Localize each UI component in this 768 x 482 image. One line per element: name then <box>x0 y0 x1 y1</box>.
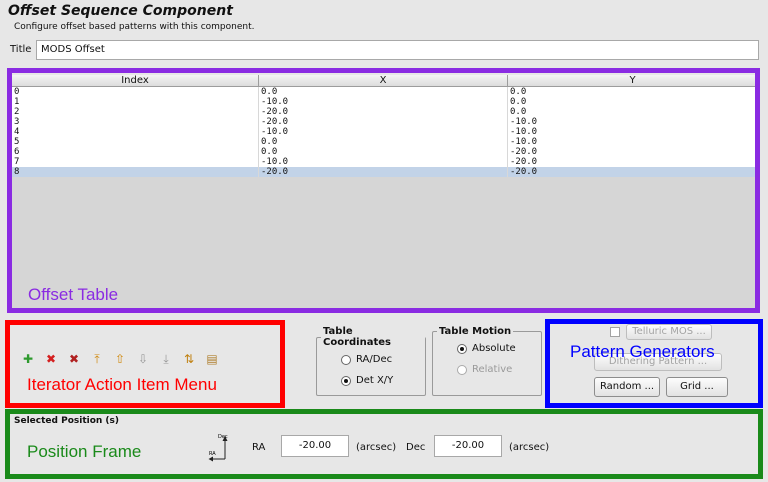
table-motion-group: Table Motion Absolute Relative <box>432 326 542 396</box>
radio-det-xy-label: Det X/Y <box>356 375 394 386</box>
radio-absolute-label: Absolute <box>472 343 516 354</box>
title-input[interactable]: MODS Offset <box>36 40 759 60</box>
table-motion-label: Table Motion <box>439 326 512 337</box>
component-subtitle: Configure offset based patterns with thi… <box>14 22 255 32</box>
radio-ra-dec[interactable]: RA/Dec <box>341 354 425 365</box>
iterator-menu-annotation: Iterator Action Item Menu <box>27 375 217 394</box>
radio-relative[interactable]: Relative <box>457 364 541 375</box>
position-frame-annotation: Position Frame <box>27 442 142 461</box>
table-coordinates-group: Table Coordinates RA/Dec Det X/Y <box>316 326 426 396</box>
radio-absolute-indicator[interactable] <box>457 343 467 354</box>
offset-table-highlight <box>7 68 760 313</box>
radio-det-xy-indicator[interactable] <box>341 375 351 386</box>
radio-absolute[interactable]: Absolute <box>457 343 541 354</box>
radio-ra-dec-indicator[interactable] <box>341 354 351 365</box>
radio-relative-indicator[interactable] <box>457 364 467 375</box>
component-title: Offset Sequence Component <box>8 3 233 19</box>
title-label: Title <box>10 44 32 55</box>
radio-ra-dec-label: RA/Dec <box>356 354 393 365</box>
pattern-generators-highlight <box>545 319 763 408</box>
pattern-generators-annotation: Pattern Generators <box>570 342 715 361</box>
radio-det-xy[interactable]: Det X/Y <box>341 375 425 386</box>
radio-relative-label: Relative <box>472 364 513 375</box>
table-coordinates-label: Table Coordinates <box>323 326 391 348</box>
offset-table-annotation: Offset Table <box>28 285 119 304</box>
